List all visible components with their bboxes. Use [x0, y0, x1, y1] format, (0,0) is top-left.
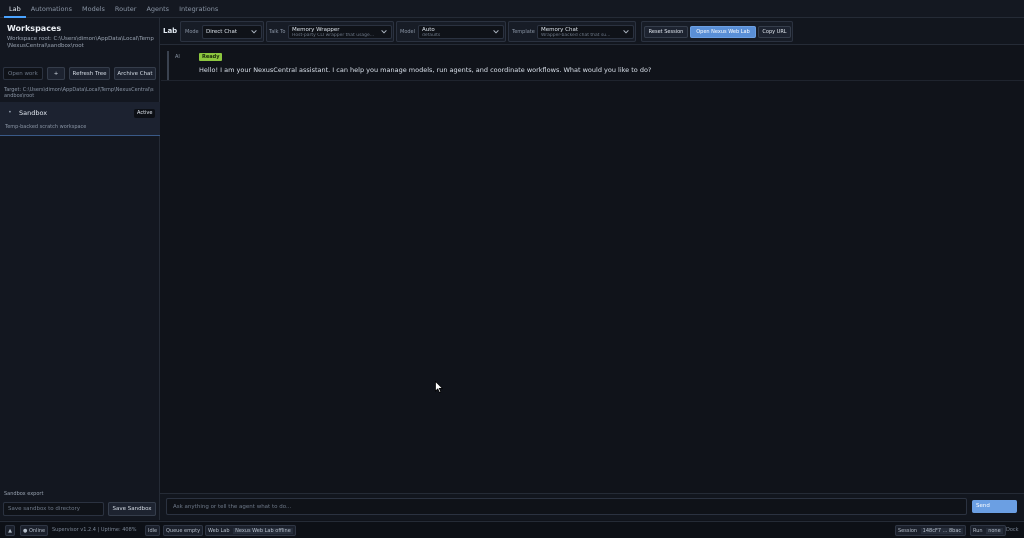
- template-label: Template: [512, 29, 535, 35]
- mode-group: Mode Direct Chat: [180, 21, 264, 42]
- model-label: Model: [400, 29, 416, 35]
- mode-select[interactable]: Direct Chat: [202, 25, 262, 39]
- tab-agents[interactable]: Agents: [141, 0, 174, 18]
- ready-badge: Ready: [199, 53, 223, 61]
- online-status: ● Online: [20, 525, 49, 536]
- sandbox-name: Sandbox: [19, 109, 48, 117]
- chevron-down-icon: [623, 30, 629, 34]
- send-button[interactable]: Send: [972, 500, 1017, 513]
- model-select[interactable]: Auto defaults: [418, 25, 504, 39]
- queue-status: Queue empty: [163, 525, 204, 536]
- chevron-down-icon: [381, 30, 387, 34]
- add-workspace-button[interactable]: +: [47, 67, 65, 80]
- dock-button[interactable]: Dock: [1006, 525, 1019, 536]
- tab-integrations[interactable]: Integrations: [174, 0, 223, 18]
- supervisor-info: Supervisor v1.2.4 | Uptime: 408%: [52, 527, 137, 533]
- chat-transcript: AI Ready Hello! I am your NexusCentral a…: [161, 46, 1024, 492]
- chevron-down-icon: [493, 30, 499, 34]
- template-group: Template Memory Chat Wrapper-backed chat…: [508, 21, 636, 42]
- session-actions-group: Reset Session Open Nexus Web Lab Copy UR…: [641, 21, 793, 42]
- open-workspace-input[interactable]: Open work: [3, 67, 43, 80]
- tab-lab[interactable]: Lab: [4, 0, 26, 18]
- message-text: Hello! I am your NexusCentral assistant.…: [199, 66, 652, 74]
- session-label: Session: [898, 528, 918, 534]
- copy-url-button[interactable]: Copy URL: [758, 26, 791, 38]
- mouse-pointer-icon: [435, 381, 443, 393]
- status-bar: ▲ ● Online Supervisor v1.2.4 | Uptime: 4…: [0, 521, 1024, 538]
- idle-status: Idle: [145, 525, 161, 536]
- web-lab-state: Nexus Web Lab offline: [233, 528, 293, 534]
- lab-label: Lab: [163, 27, 178, 35]
- chat-message: AI Ready Hello! I am your NexusCentral a…: [167, 51, 1017, 81]
- tab-automations[interactable]: Automations: [26, 0, 77, 18]
- sandbox-workspace-item[interactable]: • Sandbox Active Temp-backed scratch wor…: [0, 102, 160, 136]
- chevron-down-icon: [251, 30, 257, 34]
- message-divider: [161, 80, 1024, 81]
- refresh-tree-button[interactable]: Refresh Tree: [69, 67, 110, 80]
- tab-models[interactable]: Models: [77, 0, 110, 18]
- web-lab-status: Web Lab Nexus Web Lab offline: [205, 525, 296, 536]
- tab-router[interactable]: Router: [110, 0, 142, 18]
- talk-to-group: Talk To Memory Wrapper Host-party CLI wr…: [266, 21, 394, 42]
- workspace-root-path: Workspace root: C:\Users\dimon\AppData\L…: [7, 36, 154, 49]
- model-group: Model Auto defaults: [396, 21, 506, 42]
- collapse-toggle-icon[interactable]: ▲: [5, 525, 15, 536]
- template-select[interactable]: Memory Chat Wrapper-backed chat that su.…: [537, 25, 634, 39]
- web-lab-label: Web Lab: [208, 528, 230, 534]
- sandbox-description: Temp-backed scratch workspace: [5, 124, 87, 130]
- ask-input[interactable]: Ask anything or tell the agent what to d…: [166, 498, 967, 515]
- archive-chat-button[interactable]: Archive Chat: [114, 67, 156, 80]
- workspaces-sidebar: Workspaces Workspace root: C:\Users\dimo…: [0, 18, 160, 520]
- save-sandbox-button[interactable]: Save Sandbox: [108, 502, 156, 516]
- status-badge: Active: [134, 109, 156, 118]
- reset-session-button[interactable]: Reset Session: [644, 26, 688, 38]
- session-indicator: Session 148cF7 ... 8bac: [895, 525, 967, 536]
- run-label: Run: [973, 528, 983, 534]
- model-description: defaults: [422, 33, 441, 38]
- session-id: 148cF7 ... 8bac: [920, 528, 964, 534]
- template-description: Wrapper-backed chat that su...: [541, 33, 611, 38]
- mode-label: Mode: [185, 29, 199, 35]
- open-web-lab-button[interactable]: Open Nexus Web Lab: [690, 26, 756, 38]
- save-directory-input[interactable]: Save sandbox to directory: [3, 502, 104, 516]
- sandbox-export-label: Sandbox export: [4, 491, 44, 497]
- workspaces-title: Workspaces: [7, 24, 62, 33]
- lab-toolbar: Lab Mode Direct Chat Talk To Memory Wrap…: [160, 18, 1024, 45]
- bullet-icon: •: [8, 108, 12, 116]
- run-indicator: Run none: [970, 525, 1006, 536]
- talk-to-description: Host-party CLI wrapper that usage...: [292, 33, 375, 38]
- run-value: none: [986, 528, 1003, 534]
- message-composer: Ask anything or tell the agent what to d…: [160, 493, 1024, 520]
- target-path: Target: C:\Users\dimon\AppData\Local\Tem…: [4, 87, 154, 99]
- talk-to-label: Talk To: [269, 29, 286, 35]
- top-navigation: Lab Automations Models Router Agents Int…: [0, 0, 1024, 18]
- message-sender: AI: [175, 54, 180, 60]
- talk-to-select[interactable]: Memory Wrapper Host-party CLI wrapper th…: [288, 25, 392, 39]
